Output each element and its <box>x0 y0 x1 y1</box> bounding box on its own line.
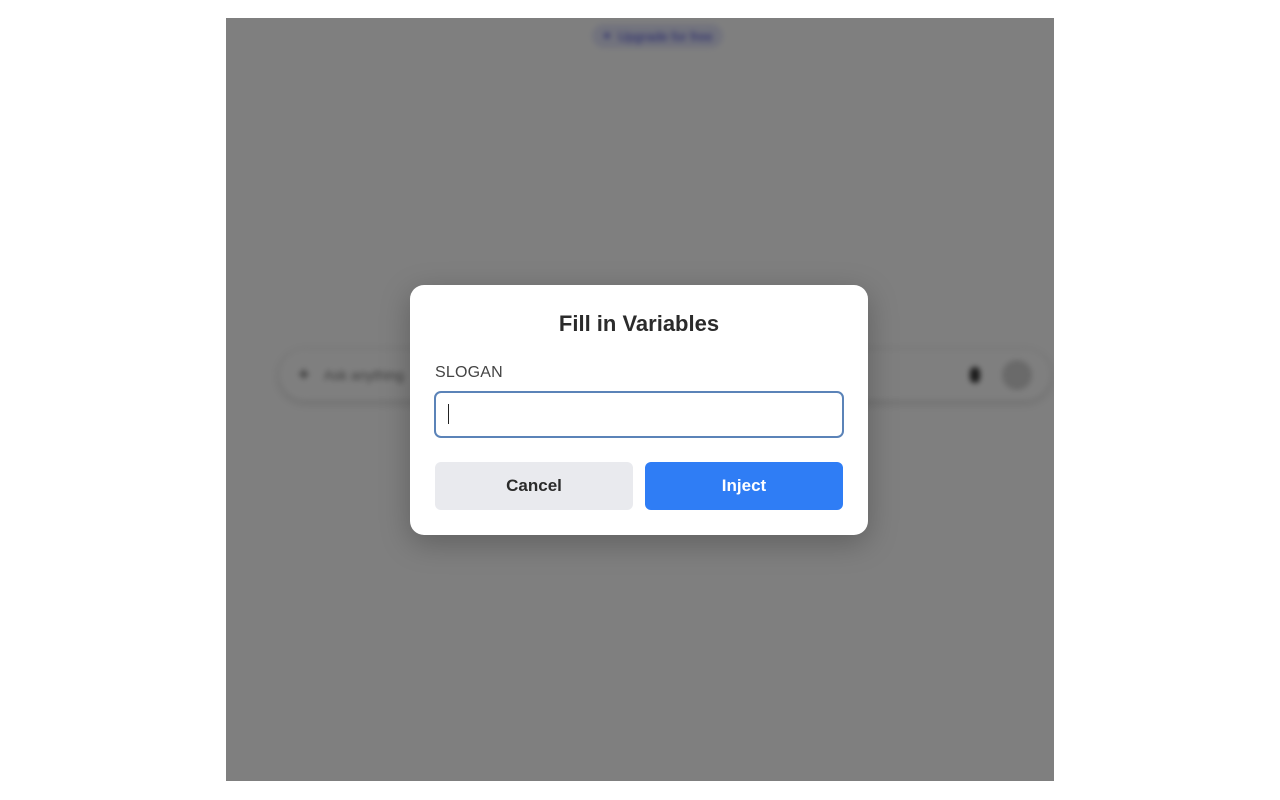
slogan-label: SLOGAN <box>435 364 503 381</box>
text-caret <box>448 404 449 424</box>
dialog-title: Fill in Variables <box>558 311 720 336</box>
fill-variables-dialog: Fill in Variables SLOGAN Cancel Inject <box>410 285 868 535</box>
slogan-input[interactable] <box>434 391 844 438</box>
cancel-button[interactable]: Cancel <box>435 462 633 510</box>
inject-button[interactable]: Inject <box>645 462 843 510</box>
